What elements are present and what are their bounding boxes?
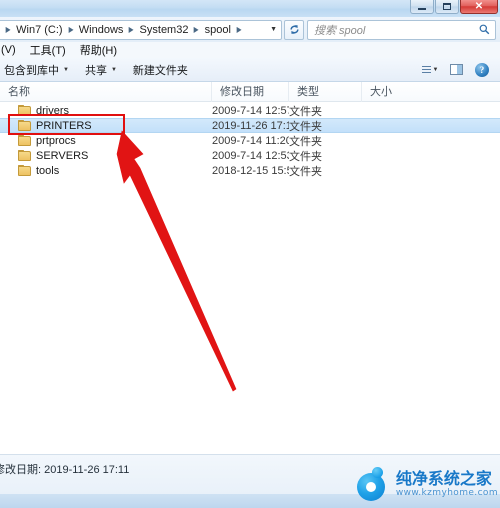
site-logo-icon [356, 466, 392, 502]
watermark: 纯净系统之家 www.kzmyhome.com [356, 466, 498, 502]
file-name-label: SERVERS [36, 149, 89, 162]
file-date-cell: 2009-7-14 12:53 [212, 149, 289, 162]
address-bar-row: ▶ Win7 (C:) ▶ Windows ▶ System32 ▶ spool… [0, 17, 500, 42]
file-type-cell: 文件夹 [289, 150, 322, 163]
breadcrumb-separator-2: ▶ [129, 25, 134, 34]
minimize-icon [418, 8, 426, 10]
folder-icon [18, 150, 31, 161]
watermark-url: www.kzmyhome.com [395, 487, 498, 498]
folder-icon [18, 165, 31, 176]
breadcrumb-separator-0: ▶ [5, 25, 11, 34]
folder-icon [18, 135, 31, 146]
breadcrumb-item-windows[interactable]: Windows [78, 24, 125, 36]
title-bar: ✕ [0, 0, 500, 18]
chevron-down-icon: ▼ [432, 66, 439, 73]
maximize-button[interactable] [435, 0, 459, 14]
column-header-row: 名称 修改日期 类型 大小 [0, 82, 500, 102]
column-header-size[interactable]: 大小 [362, 82, 432, 102]
refresh-icon [289, 25, 299, 34]
help-button[interactable]: ? [469, 60, 495, 80]
table-row[interactable]: PRINTERS 2019-11-26 17:11 文件夹 [0, 118, 500, 133]
file-name-cell[interactable]: tools [0, 165, 212, 177]
breadcrumb-item-system32[interactable]: System32 [139, 24, 190, 36]
close-button[interactable]: ✕ [460, 0, 498, 14]
file-name-label: tools [36, 164, 60, 177]
table-row[interactable]: drivers 2009-7-14 12:57 文件夹 [0, 103, 500, 118]
breadcrumb-item-spool[interactable]: spool [204, 24, 232, 36]
breadcrumb-separator-1: ▶ [68, 25, 74, 34]
file-name-label: PRINTERS [36, 119, 92, 132]
file-date-cell: 2009-7-14 12:57 [212, 104, 289, 117]
file-type-cell: 文件夹 [289, 105, 322, 118]
file-name-cell[interactable]: SERVERS [0, 150, 212, 162]
column-header-name[interactable]: 名称 [0, 82, 212, 102]
watermark-title: 纯净系统之家 [395, 468, 492, 488]
file-name-cell[interactable]: PRINTERS [0, 120, 212, 132]
view-list-icon [421, 65, 431, 74]
toolbar: 包含到库中 ▼ 共享 ▼ 新建文件夹 ▼ ? [0, 58, 500, 82]
chevron-down-icon: ▼ [63, 66, 69, 73]
toolbar-include-in-library-label: 包含到库中 [4, 64, 59, 77]
toolbar-right-group: ▼ ? [417, 60, 500, 80]
menu-item-view[interactable]: (V) [0, 44, 23, 56]
file-list-area: 名称 修改日期 类型 大小 drivers 2009-7-14 12:57 文件… [0, 82, 500, 454]
toolbar-include-in-library-button[interactable]: 包含到库中 ▼ [0, 62, 77, 78]
file-type-cell: 文件夹 [289, 120, 322, 133]
table-row[interactable]: prtprocs 2009-7-14 11:20 文件夹 [0, 133, 500, 148]
preview-pane-button[interactable] [443, 60, 469, 80]
file-type-cell: 文件夹 [289, 165, 322, 178]
folder-icon [18, 105, 31, 116]
file-name-label: prtprocs [36, 134, 76, 147]
minimize-button[interactable] [410, 0, 434, 14]
change-view-button[interactable]: ▼ [417, 60, 443, 80]
column-header-type[interactable]: 类型 [289, 82, 362, 102]
search-icon [479, 24, 490, 38]
refresh-button[interactable] [284, 19, 304, 40]
help-icon: ? [475, 62, 489, 77]
watermark-text: 纯净系统之家 www.kzmyhome.com [395, 468, 498, 498]
toolbar-share-label: 共享 [84, 64, 107, 77]
toolbar-new-folder-label: 新建文件夹 [132, 64, 188, 77]
search-input[interactable]: 搜索 spool [307, 19, 496, 40]
column-header-date-modified[interactable]: 修改日期 [212, 82, 289, 102]
file-type-cell: 文件夹 [289, 135, 322, 148]
search-placeholder: 搜索 spool [314, 24, 366, 37]
file-name-label: drivers [36, 104, 70, 117]
menu-bar: (V) 工具(T) 帮助(H) [0, 42, 500, 58]
explorer-window: ✕ ▶ Win7 (C:) ▶ Windows ▶ System32 ▶ spo… [0, 0, 500, 508]
preview-pane-icon [449, 64, 463, 75]
file-date-cell: 2019-11-26 17:11 [212, 119, 289, 132]
toolbar-share-button[interactable]: 共享 ▼ [77, 62, 125, 78]
table-row[interactable]: tools 2018-12-15 15:54 文件夹 [0, 163, 500, 178]
breadcrumb-separator-3: ▶ [194, 25, 200, 34]
menu-item-help[interactable]: 帮助(H) [73, 42, 124, 58]
file-name-cell[interactable]: drivers [0, 105, 212, 117]
chevron-down-icon: ▼ [110, 66, 117, 73]
maximize-icon [443, 3, 451, 10]
menu-item-tools[interactable]: 工具(T) [23, 42, 73, 58]
toolbar-new-folder-button[interactable]: 新建文件夹 [125, 62, 196, 78]
folder-icon [18, 120, 31, 131]
magnifier-glyph [479, 24, 490, 34]
window-controls: ✕ [410, 0, 498, 14]
file-name-cell[interactable]: prtprocs [0, 135, 212, 147]
close-icon: ✕ [474, 0, 484, 12]
file-date-cell: 2018-12-15 15:54 [212, 164, 289, 177]
chevron-down-icon[interactable]: ▼ [270, 21, 277, 39]
breadcrumb-separator-4: ▶ [236, 25, 242, 34]
file-rows: drivers 2009-7-14 12:57 文件夹 PRINTERS 201… [0, 102, 500, 178]
breadcrumb-item-win7c[interactable]: Win7 (C:) [15, 24, 63, 36]
file-date-cell: 2009-7-14 11:20 [212, 134, 289, 147]
table-row[interactable]: SERVERS 2009-7-14 12:53 文件夹 [0, 148, 500, 163]
breadcrumb[interactable]: ▶ Win7 (C:) ▶ Windows ▶ System32 ▶ spool… [0, 19, 282, 40]
